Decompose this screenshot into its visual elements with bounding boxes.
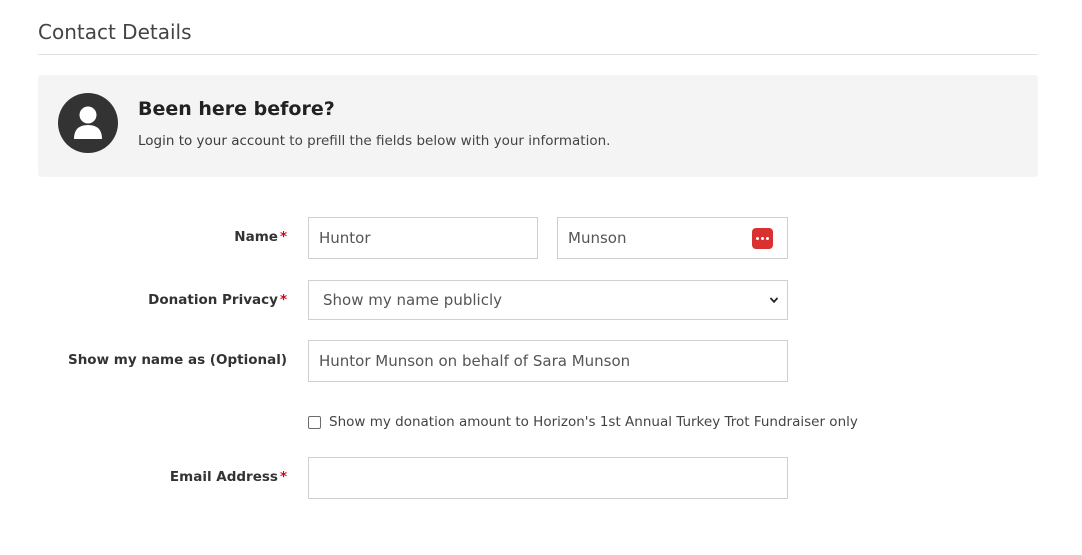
last-name-input[interactable]: Munson	[557, 217, 788, 259]
donation-amount-option[interactable]: Show my donation amount to Horizon's 1st…	[308, 413, 858, 431]
name-label: Name *	[234, 229, 287, 245]
section-title: Contact Details	[38, 20, 192, 44]
login-heading: Been here before?	[138, 98, 335, 120]
user-avatar-icon	[58, 93, 118, 153]
name-label-text: Name	[234, 229, 278, 245]
password-manager-icon[interactable]	[752, 228, 773, 249]
required-mark: *	[279, 229, 287, 245]
login-link[interactable]: Login to your account	[138, 133, 285, 149]
email-label: Email Address *	[170, 469, 287, 485]
first-name-value: Huntor	[319, 229, 371, 247]
donation-privacy-selected: Show my name publicly	[323, 291, 502, 309]
email-field[interactable]	[308, 457, 788, 499]
display-name-input[interactable]: Huntor Munson on behalf of Sara Munson	[308, 340, 788, 382]
chevron-down-icon	[769, 297, 779, 304]
email-label-text: Email Address	[169, 469, 278, 485]
required-mark: *	[279, 469, 287, 485]
last-name-value: Munson	[568, 229, 627, 247]
donation-privacy-label: Donation Privacy *	[148, 292, 287, 308]
login-description: Login to your account to prefill the fie…	[138, 133, 610, 149]
display-name-value: Huntor Munson on behalf of Sara Munson	[319, 352, 631, 370]
first-name-input[interactable]: Huntor	[308, 217, 538, 259]
required-mark: *	[279, 292, 287, 308]
donation-privacy-label-text: Donation Privacy	[148, 292, 278, 308]
title-divider	[38, 54, 1038, 55]
display-name-label: Show my name as (Optional)	[68, 352, 287, 368]
display-name-label-text: Show my name as (Optional)	[67, 352, 287, 368]
login-description-rest: to prefill the fields below with your in…	[284, 133, 611, 149]
donation-amount-checkbox-label[interactable]: Show my donation amount to Horizon's 1st…	[329, 414, 858, 430]
donation-privacy-select[interactable]: Show my name publicly	[308, 280, 788, 320]
login-prompt-panel: Been here before? Login to your account …	[38, 75, 1038, 177]
donation-amount-checkbox[interactable]	[308, 415, 321, 429]
